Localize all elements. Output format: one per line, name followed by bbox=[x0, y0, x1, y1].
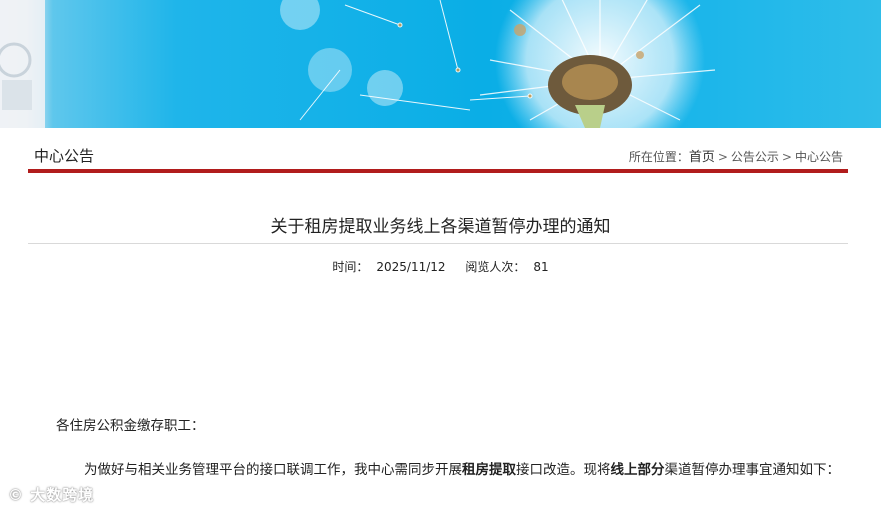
para-text: 渠道暂停办理事宜通知如下： bbox=[664, 462, 841, 478]
header-banner bbox=[0, 0, 881, 128]
time-label: 时间： bbox=[332, 260, 369, 274]
view-count: 81 bbox=[533, 260, 549, 274]
para-bold-text: 线上部分 bbox=[610, 462, 665, 478]
breadcrumb: 所在位置：首页 > 公告公示 > 中心公告 bbox=[629, 146, 843, 165]
breadcrumb-separator: > bbox=[717, 150, 728, 164]
para-bold-text: 租房提取 bbox=[462, 462, 516, 478]
breadcrumb-separator: > bbox=[781, 150, 792, 164]
section-title: 中心公告 bbox=[34, 147, 95, 165]
article-paragraph: 为做好与相关业务管理平台的接口联调工作，我中心需同步开展租房提取接口改造。现将线… bbox=[28, 456, 850, 484]
para-text: 为做好与相关业务管理平台的接口联调工作，我中心需同步开展 bbox=[84, 462, 462, 478]
dandelion-banner-image bbox=[0, 0, 716, 128]
breadcrumb-center-notice-link[interactable]: 中心公告 bbox=[795, 150, 843, 164]
article-meta: 时间： 2025/11/12 阅览人次： 81 bbox=[0, 258, 881, 275]
breadcrumb-home-link[interactable]: 首页 bbox=[689, 150, 715, 165]
header-divider bbox=[28, 169, 848, 173]
article-greeting: 各住房公积金缴存职工： bbox=[56, 418, 205, 434]
title-divider bbox=[28, 243, 848, 244]
breadcrumb-announcements-link[interactable]: 公告公示 bbox=[731, 150, 779, 164]
views-label: 阅览人次： bbox=[465, 260, 526, 274]
article-title: 关于租房提取业务线上各渠道暂停办理的通知 bbox=[270, 217, 611, 237]
publish-date: 2025/11/12 bbox=[376, 260, 446, 274]
para-text: 接口改造。现将 bbox=[516, 462, 611, 478]
breadcrumb-prefix: 所在位置： bbox=[628, 150, 689, 164]
watermark: © 大数跨境 bbox=[8, 486, 95, 504]
